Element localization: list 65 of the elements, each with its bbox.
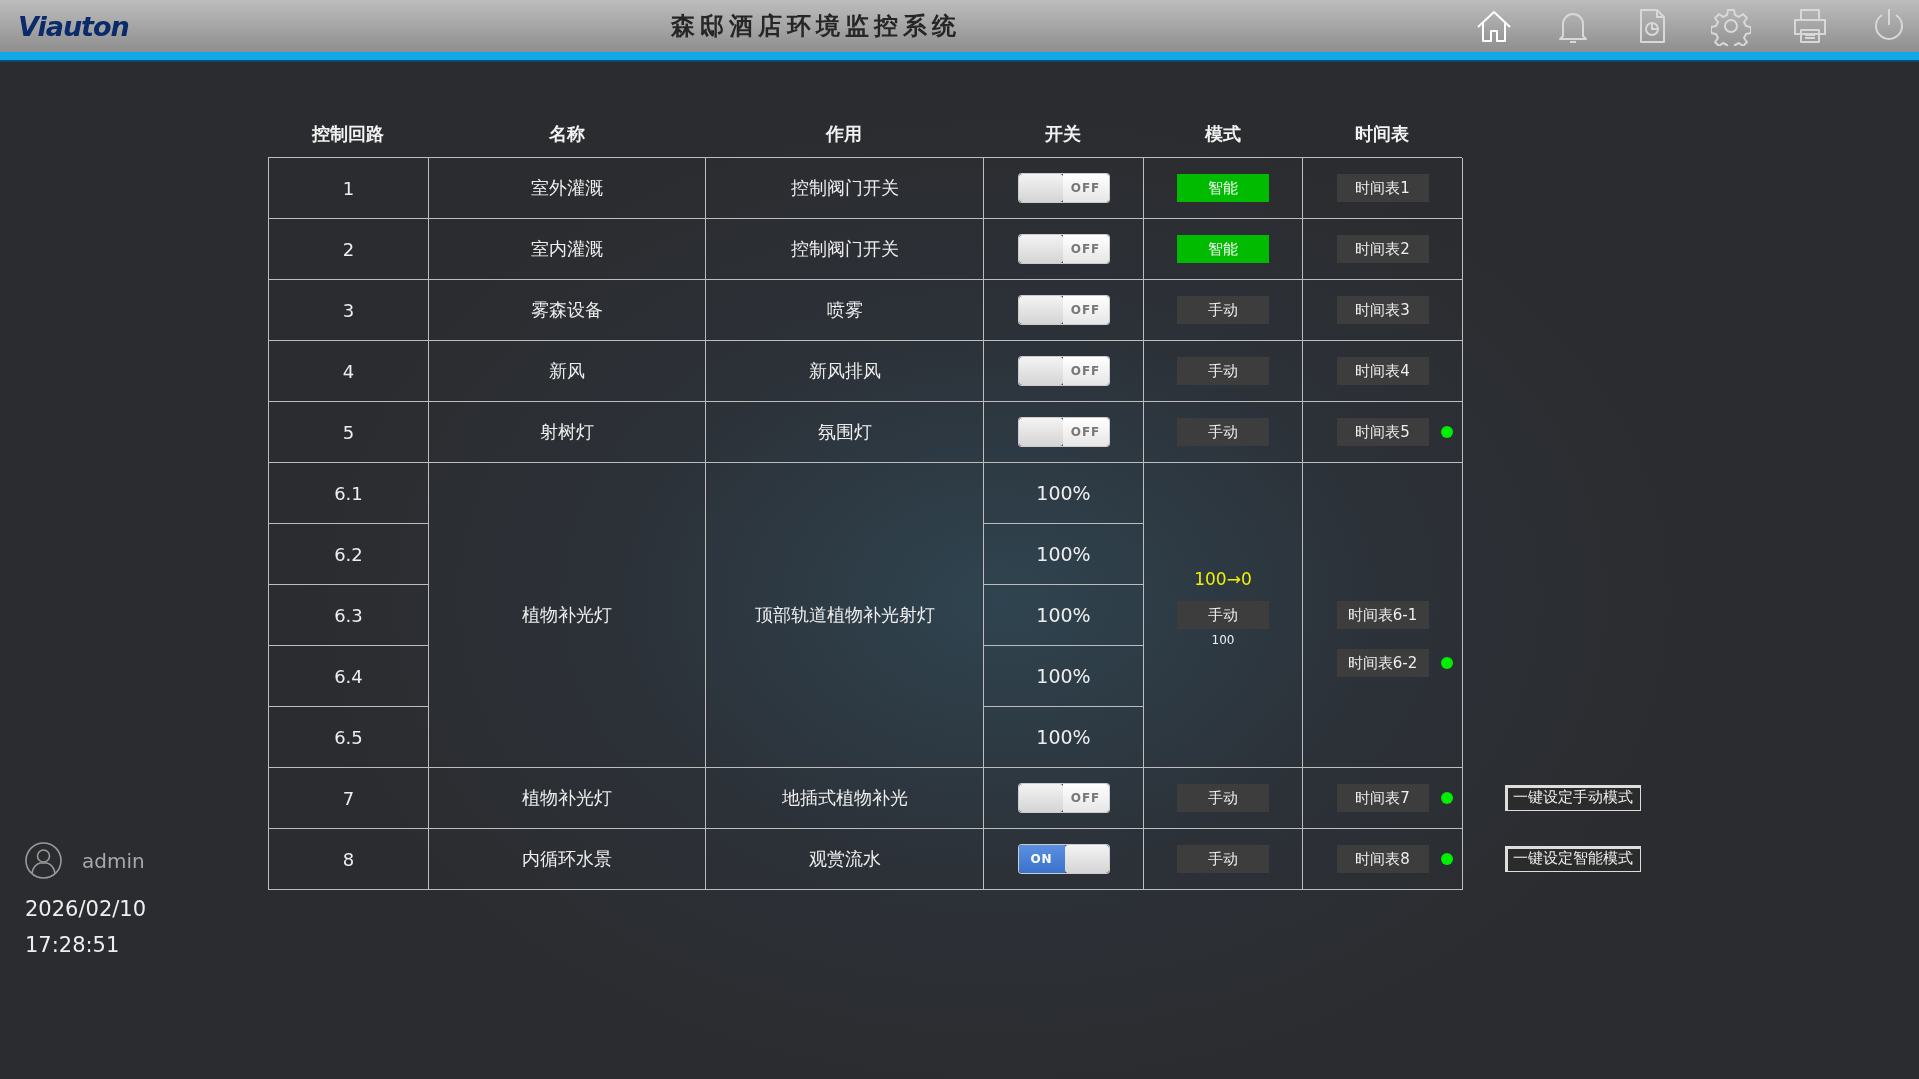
table-cell: 射树灯 (540, 420, 594, 444)
table-cell: 3 (342, 299, 355, 321)
mode-button[interactable]: 手动 (1177, 845, 1269, 873)
column-header: 控制回路 (312, 121, 384, 146)
mode-button[interactable]: 手动 (1177, 601, 1269, 629)
table-cell: 6.3 (334, 604, 363, 626)
brightness-value: 100 (1211, 633, 1235, 647)
table-cell: 观赏流水 (808, 847, 881, 871)
table-cell: 1 (342, 177, 355, 199)
table-cell: 地插式植物补光 (781, 786, 908, 810)
schedule-button[interactable]: 时间表2 (1336, 235, 1429, 263)
column-header: 模式 (1204, 121, 1241, 146)
table-cell: 雾森设备 (531, 298, 603, 322)
schedule-button[interactable]: 时间表8 (1336, 845, 1429, 873)
column-header: 名称 (548, 121, 585, 146)
mode-button[interactable]: 手动 (1177, 784, 1269, 812)
table-cell: 5 (342, 421, 355, 443)
mode-button[interactable]: 手动 (1177, 296, 1269, 324)
table-cell: 室外灌溉 (531, 176, 603, 200)
table-cell: 2 (342, 238, 355, 260)
user-icon (25, 842, 62, 879)
table-cell: 6.5 (334, 726, 363, 748)
percent-value: 100% (1036, 726, 1091, 748)
table-cell: 控制阀门开关 (790, 237, 899, 261)
table-cell: 7 (342, 787, 355, 809)
action-button[interactable]: 一键设定手动模式 (1505, 784, 1641, 811)
mode-button[interactable]: 手动 (1177, 418, 1269, 446)
fade-value: 100→0 (1194, 569, 1252, 589)
table-cell: 顶部轨道植物补光射灯 (754, 603, 935, 627)
mode-button[interactable]: 手动 (1177, 357, 1269, 385)
window-title: 森邸酒店环境监控系统 (670, 10, 962, 42)
table-cell: 控制阀门开关 (790, 176, 899, 200)
percent-value: 100% (1036, 604, 1091, 626)
table-cell: 喷雾 (826, 298, 863, 322)
schedule-button[interactable]: 时间表4 (1336, 357, 1429, 385)
logo: Viauton (18, 10, 130, 42)
date-text: 2026/02/10 (25, 896, 147, 923)
schedule-button[interactable]: 时间表5 (1336, 418, 1429, 446)
table-cell: 室内灌溉 (531, 237, 603, 261)
table-cell: 6.4 (334, 665, 363, 687)
table-cell: 6.1 (334, 482, 363, 504)
schedule-button[interactable]: 时间表3 (1336, 296, 1429, 324)
action-button[interactable]: 一键设定智能模式 (1505, 845, 1641, 872)
table-cell: 新风排风 (808, 359, 881, 383)
table-cell: 内循环水景 (522, 847, 612, 871)
schedule-button[interactable]: 时间表6-1 (1336, 601, 1429, 629)
percent-value: 100% (1036, 543, 1091, 565)
column-header: 开关 (1045, 121, 1081, 146)
column-header: 作用 (826, 121, 862, 146)
time-text: 17:28:51 (25, 932, 120, 959)
table-cell: 新风 (549, 359, 585, 383)
table-cell: 8 (342, 848, 355, 870)
user-name: admin (82, 848, 145, 873)
settings-icon[interactable] (1711, 6, 1751, 46)
table-cell: 4 (342, 360, 355, 382)
percent-value: 100% (1036, 482, 1091, 504)
table-cell: 植物补光灯 (522, 786, 612, 810)
column-header: 时间表 (1355, 121, 1409, 146)
schedule-button[interactable]: 时间表6-2 (1336, 649, 1429, 677)
table-cell: 植物补光灯 (522, 603, 612, 627)
schedule-button[interactable]: 时间表7 (1336, 784, 1429, 812)
table-cell: 氛围灯 (817, 420, 872, 444)
schedule-button[interactable]: 时间表1 (1336, 174, 1429, 202)
table-cell: 6.2 (334, 543, 363, 565)
percent-value: 100% (1036, 665, 1091, 687)
